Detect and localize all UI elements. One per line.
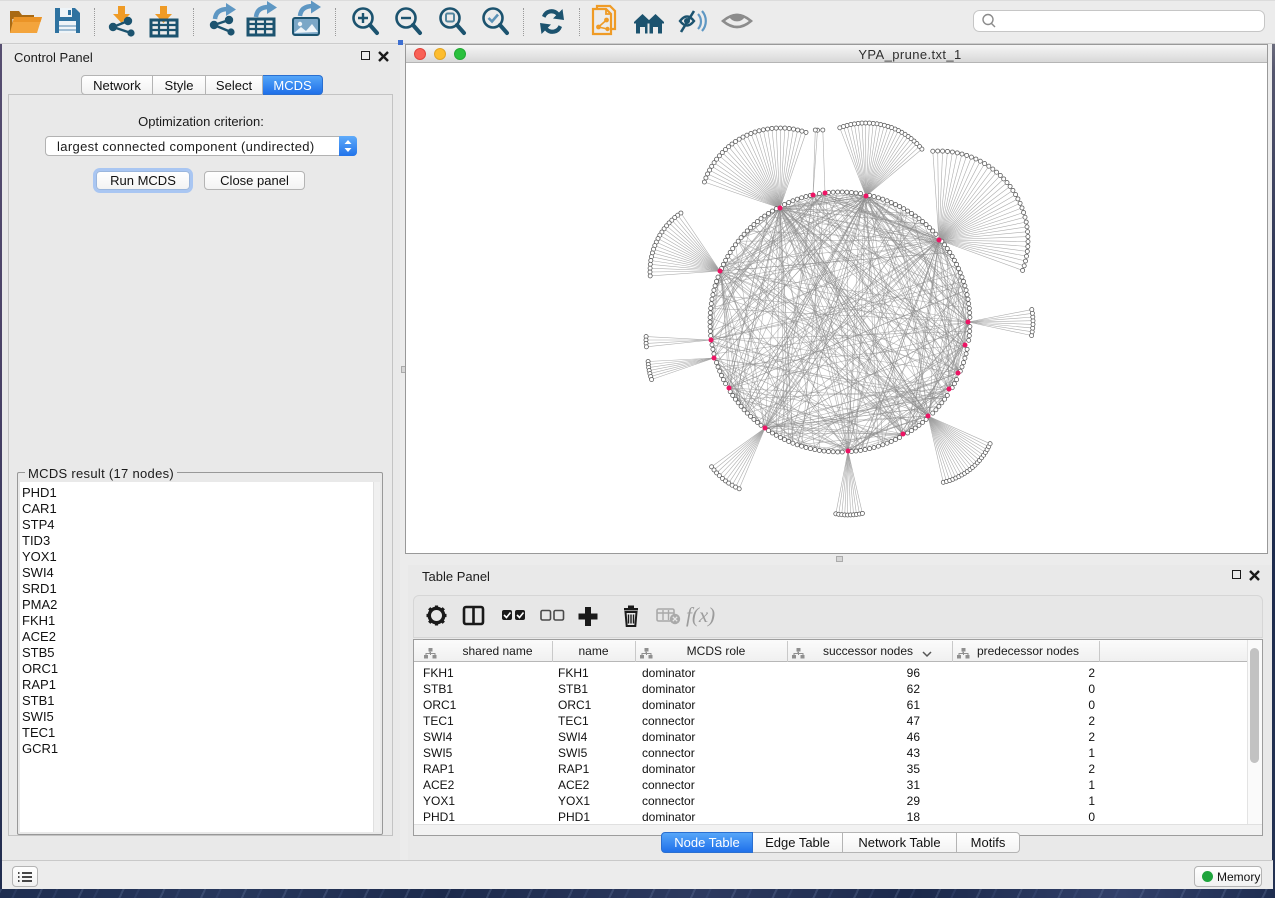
svg-text:f(x): f(x)	[686, 603, 715, 627]
